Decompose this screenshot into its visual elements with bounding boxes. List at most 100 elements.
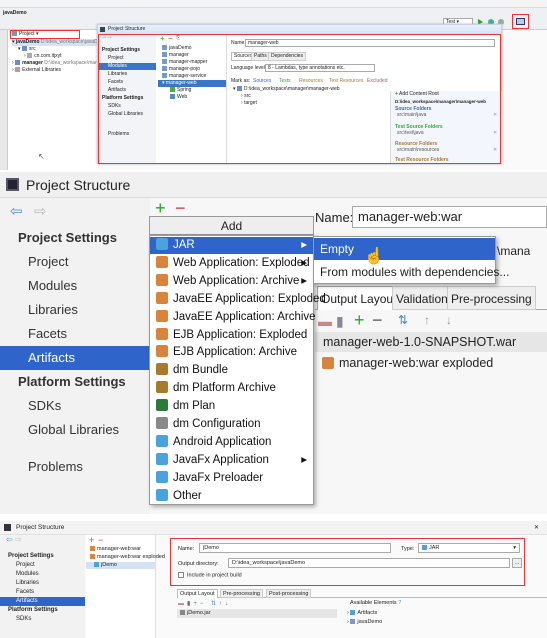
menu-item[interactable]: JavaFx Preloader <box>150 470 313 487</box>
menu-item[interactable]: JAR ▸ <box>150 237 313 254</box>
nav-item-project[interactable]: Project <box>0 250 150 274</box>
back-arrow-icon[interactable]: ⇦ ⇨ <box>6 535 22 544</box>
include-in-build[interactable]: Include in project build <box>178 572 242 579</box>
submenu-from-modules[interactable]: From modules with dependencies... <box>314 261 509 283</box>
menu-item[interactable]: dm Plan <box>150 398 313 415</box>
dialog-title-label: Project Structure <box>108 26 146 32</box>
move-down-icon[interactable]: ↓ <box>446 313 452 327</box>
artifact-type-icon <box>156 238 168 250</box>
tree-item-libs[interactable]: › External Libraries <box>12 67 61 74</box>
dialog-title: Project Structure <box>26 177 131 193</box>
tab-pre-processing[interactable]: Pre-processing <box>447 286 536 310</box>
project-name[interactable]: javaDemo <box>3 10 27 17</box>
tab-validation[interactable]: Validation <box>392 286 452 310</box>
remove-icon[interactable]: − <box>175 198 186 218</box>
move-up-icon[interactable]: ↑ <box>424 313 430 327</box>
forward-arrow-icon[interactable]: ⇨ <box>34 202 47 220</box>
menu-item-label: Web Application: Archive <box>173 274 300 287</box>
move-down-icon[interactable]: ↓ <box>225 601 231 607</box>
back-arrow-icon[interactable]: ⇦ <box>10 202 23 220</box>
menu-item[interactable]: JavaFx Application ▸ <box>150 452 313 469</box>
nav-item-sdks[interactable]: SDKs <box>0 394 150 418</box>
artifact-type-icon <box>156 434 168 447</box>
artifact-icon <box>350 610 356 616</box>
remove-icon[interactable]: − <box>98 535 103 545</box>
menu-item[interactable]: dm Configuration <box>150 416 313 433</box>
menu-item[interactable]: JavaEE Application: Exploded <box>150 291 326 308</box>
nav-item-facets[interactable]: Facets <box>0 588 85 597</box>
help-icon[interactable]: ? <box>398 600 401 606</box>
output-child-item[interactable]: manager-web:war exploded <box>322 353 493 373</box>
forward-arrow-icon[interactable]: ⇨ <box>15 535 22 544</box>
nav-item-libraries[interactable]: Libraries <box>0 298 150 322</box>
menu-item[interactable]: Android Application <box>150 434 313 451</box>
artifact-item[interactable]: manager-web:war exploded <box>90 554 165 561</box>
menu-item[interactable]: Other <box>150 488 313 505</box>
artifact-item[interactable]: manager-web:war <box>90 546 141 553</box>
tree-item-package[interactable]: › cn.com.itjxyt <box>24 53 62 60</box>
browse-button[interactable]: … <box>512 558 522 568</box>
artifact-item-selected[interactable]: jDemo <box>86 562 156 569</box>
menu-item[interactable]: Web Application: Exploded ▸ <box>150 255 313 272</box>
add-icon[interactable]: + <box>155 198 166 218</box>
folder-icon[interactable]: ▬ <box>178 601 187 607</box>
tree-item-label: cn.com.itjxyt <box>34 53 62 59</box>
menu-item[interactable]: JavaEE Application: Archive <box>150 309 316 326</box>
tree-item-manager[interactable]: › manager D:\idea_workspace\manager <box>12 60 108 67</box>
nav-item-modules[interactable]: Modules <box>0 274 150 298</box>
nav-item-global-libraries[interactable]: Global Libraries <box>0 418 150 442</box>
menu-item-label: EJB Application: Exploded <box>173 328 308 341</box>
submenu-empty[interactable]: Empty <box>314 238 495 260</box>
menu-item[interactable]: EJB Application: Exploded <box>150 327 313 344</box>
available-item-artifacts[interactable]: › Artifacts <box>347 610 377 617</box>
tab-pre-processing[interactable]: Pre-processing <box>220 589 263 598</box>
add-element-icon[interactable]: + <box>354 310 365 331</box>
submenu-arrow-icon: ▸ <box>301 239 307 251</box>
nav-item-project[interactable]: Project <box>0 561 85 570</box>
remove-element-icon[interactable]: − <box>200 601 207 607</box>
close-icon[interactable]: ✕ <box>534 521 539 535</box>
nav-item-modules[interactable]: Modules <box>0 570 85 579</box>
remove-element-icon[interactable]: − <box>372 310 383 331</box>
archive-icon[interactable]: ▮ <box>336 313 344 330</box>
tree-item-label: manager <box>22 60 43 66</box>
highlight-box <box>10 30 80 39</box>
nav-item-libraries[interactable]: Libraries <box>0 579 85 588</box>
output-root-item[interactable]: manager-web-1.0-SNAPSHOT.war <box>315 332 547 352</box>
tab-post-processing[interactable]: Post-processing <box>266 589 312 598</box>
tab-output-layout[interactable]: Output Layout <box>177 589 218 598</box>
tab-output-layout[interactable]: Output Layout <box>317 286 401 310</box>
menu-item-label: EJB Application: Archive <box>173 346 298 359</box>
tree-item-src[interactable]: ▾ src <box>18 46 36 53</box>
menu-item[interactable]: Web Application: Archive ▸ <box>150 273 313 290</box>
artifact-type-icon <box>156 363 168 376</box>
available-item-module[interactable]: › javaDemo <box>347 619 382 626</box>
nav-item-artifacts[interactable]: Artifacts <box>0 597 85 606</box>
nav-item-problems[interactable]: Problems <box>0 455 150 479</box>
folder-icon[interactable]: ▬ <box>318 313 332 329</box>
checkbox[interactable] <box>178 572 184 578</box>
menu-item[interactable]: EJB Application: Archive <box>150 344 313 361</box>
type-select[interactable]: JAR ▾ <box>418 543 520 553</box>
output-directory-input[interactable]: D:\idea_workspace\javaDemo <box>228 558 510 568</box>
output-directory-label: Output directory: <box>178 561 219 567</box>
artifact-name-input[interactable]: manager-web:war <box>352 206 547 228</box>
nav-item-sdks[interactable]: SDKs <box>0 615 85 624</box>
artifact-name-input[interactable]: jDemo <box>199 543 391 553</box>
nav-item-facets[interactable]: Facets <box>0 322 150 346</box>
project-structure-icon[interactable] <box>516 18 525 25</box>
sort-icon[interactable]: ⇅ <box>398 313 408 327</box>
layout-toolbar: ▬▮+− ⇅↑↓ <box>178 600 231 607</box>
tree-item-root[interactable]: ▾ javaDemo D:\idea_workspace\javaDemo <box>12 39 107 46</box>
folder-icon <box>15 60 21 66</box>
sort-icon[interactable]: ⇅ <box>211 601 219 607</box>
menu-item[interactable]: dm Bundle <box>150 362 313 379</box>
menu-item[interactable]: dm Platform Archive <box>150 380 313 397</box>
project-tree: Project ▾ ▾ javaDemo D:\idea_workspace\j… <box>8 30 108 170</box>
submenu-arrow-icon: ▸ <box>301 274 307 287</box>
tree-root-label: javaDemo <box>15 39 40 45</box>
artifact-list: + − manager-web:war manager-web:war expl… <box>86 535 165 638</box>
add-icon[interactable]: + <box>89 535 94 545</box>
layout-root-item[interactable]: jDemo.jar <box>177 609 337 618</box>
nav-item-artifacts[interactable]: Artifacts <box>0 346 150 370</box>
